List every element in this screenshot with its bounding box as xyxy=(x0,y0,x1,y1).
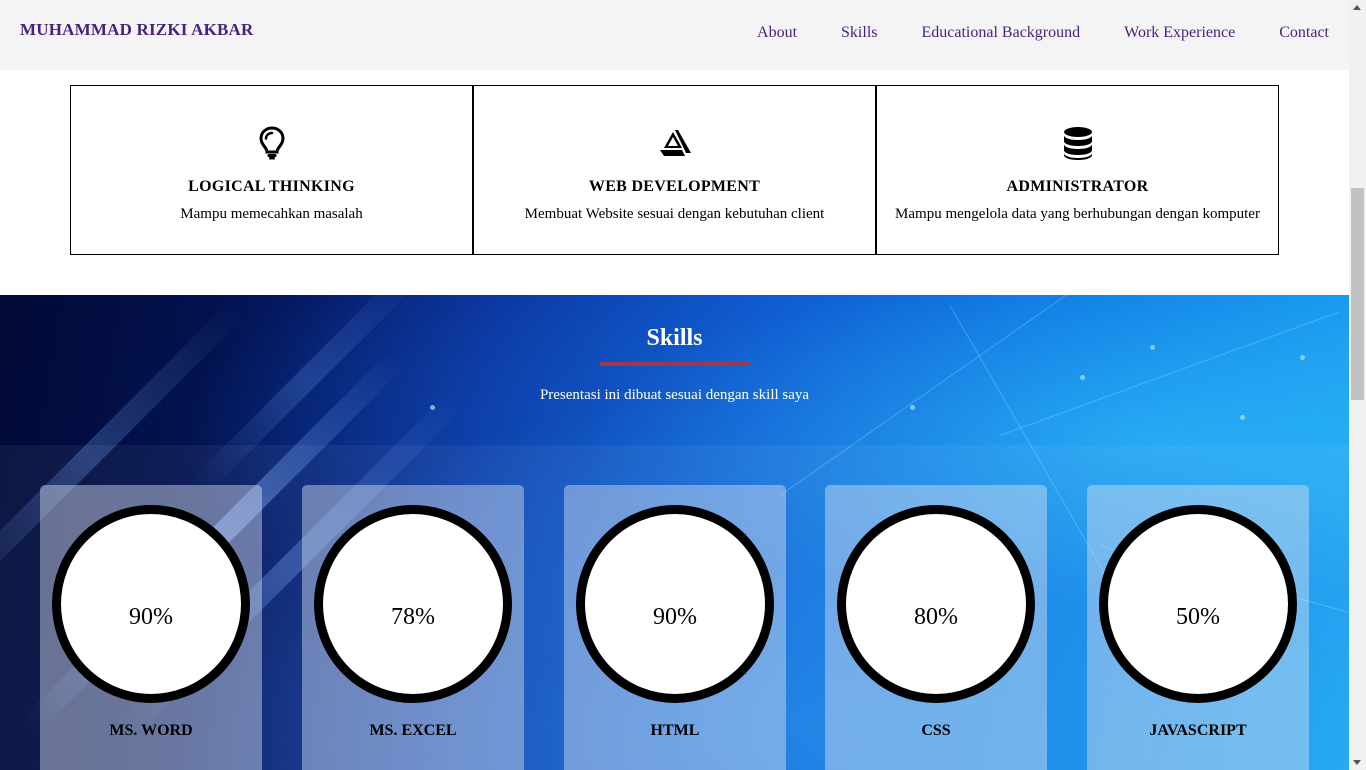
lightbulb-icon xyxy=(252,124,292,162)
skill-card: 80% CSS xyxy=(825,485,1047,770)
skill-progress-circle: 80% xyxy=(837,505,1035,703)
feature-card-web-development: WEB DEVELOPMENT Membuat Website sesuai d… xyxy=(473,85,876,255)
nav-links: About Skills Educational Background Work… xyxy=(713,24,1329,42)
skill-percent: 90% xyxy=(129,603,173,630)
skill-card: 90% MS. WORD xyxy=(40,485,262,770)
skill-card: 78% MS. EXCEL xyxy=(302,485,524,770)
skill-name: MS. EXCEL xyxy=(369,722,457,739)
nav-link-education[interactable]: Educational Background xyxy=(922,24,1081,42)
nav-link-about[interactable]: About xyxy=(757,24,797,42)
feature-description: Membuat Website sesuai dengan kebutuhan … xyxy=(524,206,825,222)
skill-percent: 80% xyxy=(914,603,958,630)
nav-link-contact[interactable]: Contact xyxy=(1279,24,1329,42)
section-subtitle: Presentasi ini dibuat sesuai dengan skil… xyxy=(539,387,810,403)
skill-progress-circle: 90% xyxy=(52,505,250,703)
features-row: LOGICAL THINKING Mampu memecahkan masala… xyxy=(70,85,1279,255)
skill-percent: 50% xyxy=(1176,603,1220,630)
title-underline xyxy=(600,362,750,366)
skill-name: HTML xyxy=(650,722,700,739)
scrollbar-thumb[interactable] xyxy=(1351,188,1364,400)
feature-description: Mampu mengelola data yang berhubungan de… xyxy=(895,206,1260,222)
skill-name: CSS xyxy=(921,722,951,739)
database-icon xyxy=(1058,124,1098,162)
background-dot xyxy=(1300,355,1305,360)
feature-title: LOGICAL THINKING xyxy=(188,178,355,195)
background-dot xyxy=(430,405,435,410)
skill-name: MS. WORD xyxy=(109,722,193,739)
skill-progress-circle: 50% xyxy=(1099,505,1297,703)
navbar: MUHAMMAD RIZKI AKBAR About Skills Educat… xyxy=(0,0,1349,70)
skill-card: 50% JAVASCRIPT xyxy=(1087,485,1309,770)
vertical-scrollbar[interactable] xyxy=(1349,0,1366,770)
section-title: Skills xyxy=(646,325,703,351)
feature-description: Mampu memecahkan masalah xyxy=(180,206,363,222)
scroll-down-icon[interactable] xyxy=(1353,760,1361,765)
nav-link-work-experience[interactable]: Work Experience xyxy=(1124,24,1235,42)
skill-progress-circle: 78% xyxy=(314,505,512,703)
skill-name: JAVASCRIPT xyxy=(1149,722,1247,739)
skill-card: 90% HTML xyxy=(564,485,786,770)
skills-section: Skills Presentasi ini dibuat sesuai deng… xyxy=(0,295,1349,770)
feature-card-administrator: ADMINISTRATOR Mampu mengelola data yang … xyxy=(876,85,1279,255)
scroll-up-icon[interactable] xyxy=(1353,5,1361,10)
artstation-icon xyxy=(655,124,695,162)
skill-percent: 90% xyxy=(653,603,697,630)
background-dot xyxy=(1240,415,1245,420)
feature-title: ADMINISTRATOR xyxy=(1006,178,1149,195)
feature-card-logical-thinking: LOGICAL THINKING Mampu memecahkan masala… xyxy=(70,85,473,255)
feature-title: WEB DEVELOPMENT xyxy=(588,178,761,195)
skill-progress-circle: 90% xyxy=(576,505,774,703)
nav-link-skills[interactable]: Skills xyxy=(841,24,877,42)
skill-percent: 78% xyxy=(391,603,435,630)
background-dot xyxy=(1080,375,1085,380)
brand-name[interactable]: MUHAMMAD RIZKI AKBAR xyxy=(20,20,254,40)
background-dot xyxy=(910,405,915,410)
